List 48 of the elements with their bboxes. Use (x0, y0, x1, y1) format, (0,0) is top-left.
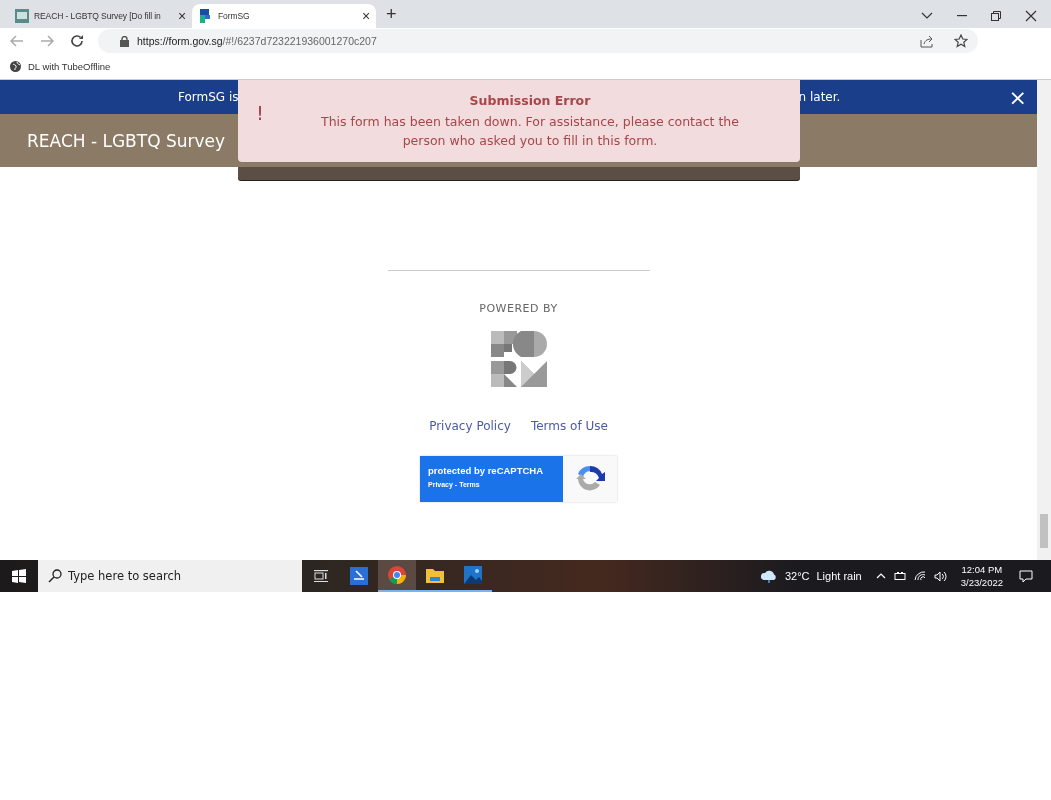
chevron-up-icon[interactable] (875, 573, 886, 579)
browser-tab[interactable]: FormSG × (192, 4, 376, 28)
form-logo (490, 331, 547, 387)
wifi-icon[interactable] (913, 571, 926, 581)
task-view-icon[interactable] (314, 570, 328, 582)
minimize-icon[interactable] (957, 15, 967, 17)
close-button[interactable]: × (1008, 84, 1027, 110)
speaker-icon[interactable] (933, 570, 947, 582)
close-tab-button[interactable]: × (177, 8, 186, 24)
bookmark[interactable]: DL with TubeOffline (10, 61, 111, 72)
site-favicon (14, 8, 30, 24)
clock[interactable]: 12:04 PM 3/23/2022 (960, 563, 1003, 589)
battery-plug-icon[interactable] (893, 572, 906, 580)
lock-icon (120, 35, 129, 47)
address-bar[interactable]: https://form.gov.sg/#!/6237d723221936001270c207 (98, 29, 978, 53)
alert-icon: ! (256, 101, 274, 125)
star-icon[interactable] (954, 34, 968, 48)
new-tab-button[interactable]: + (376, 4, 407, 28)
restore-icon[interactable] (991, 11, 1001, 21)
chrome-icon (386, 564, 408, 586)
scrollbar[interactable] (1037, 80, 1051, 560)
weather-widget[interactable]: 32°C Light rain (759, 569, 862, 583)
form-title: REACH - LGBTQ Survey (27, 130, 226, 151)
toast-title: Submission Error (468, 92, 592, 108)
url-text: https://form.gov.sg/#!/6237d723221936001270c207 (137, 35, 377, 47)
browser-tab[interactable]: REACH - LGBTQ Survey [Do fill in × (8, 4, 192, 28)
recaptcha-text: protected by reCAPTCHA (428, 465, 545, 476)
search-field[interactable]: Type here to search (38, 560, 302, 592)
powered-by-label: POWERED BY (479, 302, 558, 315)
tab-title: FormSG (218, 11, 251, 21)
scanner-app-icon (348, 565, 370, 587)
notification-icon[interactable] (1019, 569, 1033, 583)
windows-start-icon[interactable] (12, 569, 26, 583)
tab-title: REACH - LGBTQ Survey [Do fill in (34, 11, 162, 21)
close-icon[interactable] (1025, 10, 1037, 22)
reload-icon[interactable] (70, 34, 84, 48)
banner-text: n later. (798, 90, 841, 104)
globe-icon (10, 61, 21, 72)
footer-link[interactable]: Terms of Use (530, 419, 608, 433)
chevron-down-icon[interactable] (921, 12, 933, 20)
cloud-rain-icon (759, 569, 778, 583)
share-icon[interactable] (920, 34, 934, 48)
taskbar-app-button[interactable] (378, 560, 416, 592)
photos-app-icon (462, 564, 484, 586)
banner-text: FormSG is (178, 90, 239, 104)
close-tab-button[interactable]: × (361, 8, 370, 24)
footer-link[interactable]: Privacy Policy (429, 419, 511, 433)
toast-message: This form has been taken down. For assistance, please contact the person who asked you to fill in this form. (320, 112, 740, 150)
